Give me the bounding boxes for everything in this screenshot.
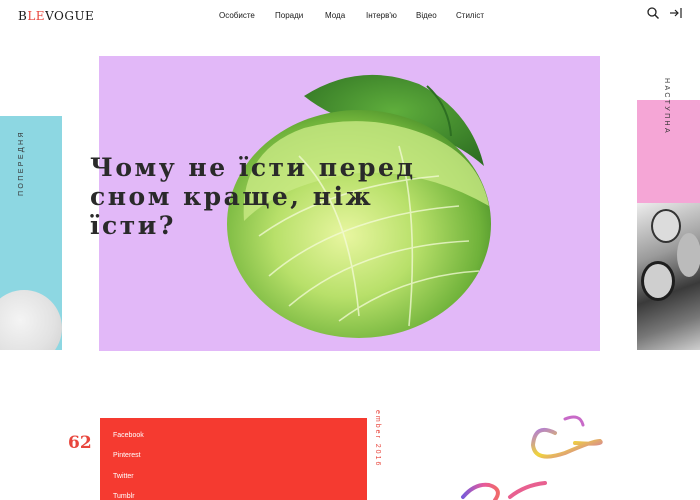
share-tumblr-link[interactable]: Tumblr [113, 493, 135, 500]
share-facebook-link[interactable]: Facebook [113, 432, 144, 439]
prev-label-wrap: ПОПЕРЕДНЯ [16, 130, 26, 296]
share-twitter-link[interactable]: Twitter [113, 473, 134, 480]
decorative-squiggle [461, 415, 603, 500]
share-pinterest-link[interactable]: Pinterest [113, 452, 141, 459]
nav-item-fashion[interactable]: Мода [325, 11, 345, 20]
nav-item-tips[interactable]: Поради [275, 11, 303, 20]
next-label[interactable]: НАСТУПНА [663, 78, 670, 135]
prev-article-card[interactable] [0, 116, 62, 350]
social-share-panel: Facebook Pinterest Twitter Tumblr [100, 418, 367, 500]
article-date: ember 2016 [373, 410, 383, 500]
next-article-card[interactable] [637, 100, 700, 350]
prev-label[interactable]: ПОПЕРЕДНЯ [18, 130, 25, 196]
nav-item-stylist[interactable]: Стиліст [456, 11, 484, 20]
login-icon[interactable] [669, 6, 683, 20]
hero-title[interactable]: Чому не їсти перед сном краще, ніж їсти? [90, 153, 450, 240]
next-article-image [637, 203, 700, 350]
nav-item-video[interactable]: Відео [416, 11, 437, 20]
article-date-text: ember 2016 [374, 410, 381, 468]
search-icon[interactable] [646, 6, 660, 20]
nav-item-interview[interactable]: Інтерв'ю [366, 11, 397, 20]
nav-item-personal[interactable]: Особисте [219, 11, 255, 20]
prev-article-image [0, 290, 62, 350]
share-count: 62 [68, 433, 92, 453]
main-nav: Особисте Поради Мода Інтерв'ю Відео Стил… [0, 11, 700, 23]
